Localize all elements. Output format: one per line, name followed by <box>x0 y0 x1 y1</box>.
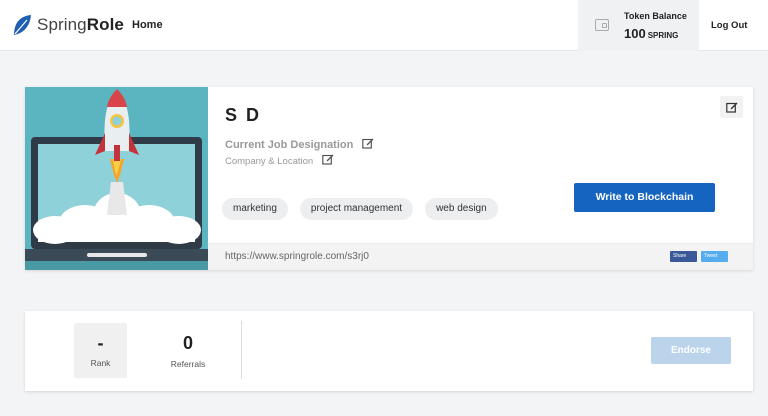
token-balance-value: 100 SPRING <box>624 26 679 41</box>
referrals-label: Referrals <box>170 359 206 369</box>
job-designation-row: Current Job Designation <box>225 137 374 151</box>
stats-divider <box>241 321 242 379</box>
referrals-stat: 0 Referrals <box>160 333 216 369</box>
profile-url[interactable]: https://www.springrole.com/s3rj0 <box>225 251 369 262</box>
referrals-value: 0 <box>182 333 193 353</box>
skill-tag[interactable]: project management <box>299 198 414 220</box>
endorse-button[interactable]: Endorse <box>651 337 731 364</box>
job-designation: Current Job Designation <box>225 139 354 151</box>
token-balance: Token Balance 100 SPRING <box>578 0 699 51</box>
facebook-share-button[interactable]: Share <box>670 251 697 262</box>
skill-tags: marketing project management web design <box>222 198 498 220</box>
nav-home-link[interactable]: Home <box>132 19 163 31</box>
profile-name: S D <box>225 105 262 125</box>
edit-profile-button[interactable] <box>720 96 743 118</box>
logout-link[interactable]: Log Out <box>711 20 747 31</box>
brand-name: SpringRole <box>37 15 124 34</box>
top-navbar: SpringRole Home Token Balance 100 SPRING … <box>0 0 768 51</box>
company-location: Company & Location <box>225 156 314 167</box>
twitter-tweet-button[interactable]: Tweet <box>701 251 728 262</box>
profile-card: S D Current Job Designation Company & Lo… <box>25 87 753 270</box>
leaf-icon <box>14 15 31 35</box>
stats-card: - Rank 0 Referrals Endorse <box>25 311 753 391</box>
wallet-icon <box>595 19 609 31</box>
company-location-row: Company & Location <box>225 153 334 167</box>
profile-hero-illustration <box>25 87 208 270</box>
rocket-laptop-illustration <box>25 87 208 270</box>
edit-icon <box>725 102 737 113</box>
token-balance-label: Token Balance <box>624 11 687 21</box>
skill-tag[interactable]: web design <box>425 198 498 220</box>
profile-url-bar: https://www.springrole.com/s3rj0 Share T… <box>208 243 753 270</box>
write-to-blockchain-button[interactable]: Write to Blockchain <box>574 183 715 212</box>
springrole-logo[interactable]: SpringRole <box>12 13 124 37</box>
skill-tag[interactable]: marketing <box>222 198 288 220</box>
rank-label: Rank <box>90 358 111 368</box>
rank-stat: - Rank <box>74 323 127 378</box>
rank-value: - <box>97 333 104 353</box>
edit-job-icon[interactable] <box>362 137 374 149</box>
edit-company-icon[interactable] <box>322 153 334 165</box>
